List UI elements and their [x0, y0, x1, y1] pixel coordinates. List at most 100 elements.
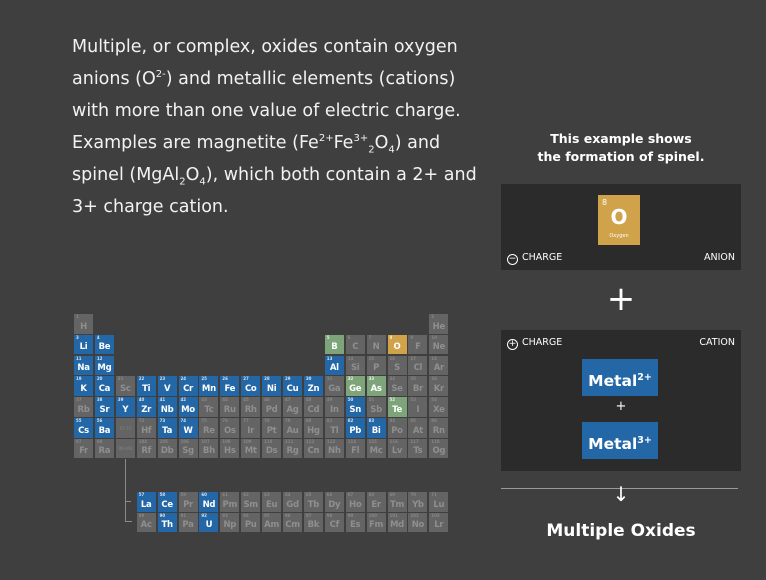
atomic-number: 92: [201, 512, 207, 518]
element-cell-tm: 69 Tm: [387, 492, 407, 512]
element-symbol: Na: [77, 363, 90, 374]
element-symbol: Ba: [98, 425, 111, 436]
element-symbol: I: [416, 404, 420, 415]
element-symbol: Ni: [266, 383, 277, 394]
element-cell-se: 34 Se: [387, 376, 407, 396]
element-cell-mn: 25 Mn: [199, 376, 219, 396]
element-symbol: Be: [98, 342, 111, 353]
element-cell-rh: 45 Rh: [241, 397, 261, 417]
element-symbol: Mg: [97, 363, 112, 374]
element-cell-sm: 62 Sm: [241, 492, 261, 512]
atomic-number: 62: [243, 492, 249, 497]
element-symbol: Sr: [99, 404, 110, 415]
anion-label: ANION: [704, 252, 735, 263]
element-cell-c: 6C: [345, 334, 365, 355]
atomic-number: 61: [222, 492, 228, 497]
element-symbol: W: [183, 425, 193, 436]
element-symbol: Pb: [349, 425, 362, 436]
atomic-number: 43: [201, 397, 207, 403]
element-symbol: V: [163, 383, 171, 394]
atomic-number: 56: [96, 418, 103, 423]
atomic-number: 67: [347, 492, 354, 497]
element-cell-hf: 72 Hf: [136, 418, 156, 438]
element-symbol: Og: [432, 446, 446, 457]
atomic-number: 21: [117, 376, 124, 382]
atomic-number: 27: [243, 376, 249, 382]
atomic-number: 9: [410, 334, 414, 340]
atomic-number: 44: [222, 397, 228, 403]
element-cell-eu: 63 Eu: [262, 492, 282, 512]
element-symbol: Al: [329, 363, 339, 374]
element-symbol: Ti: [142, 383, 151, 394]
element-symbol: U: [205, 520, 213, 530]
element-cell-ne: 10 Ne: [429, 334, 449, 355]
atomic-number: 1: [76, 314, 79, 319]
atomic-number: 99: [347, 512, 354, 518]
element-symbol: Bh: [202, 446, 215, 457]
atomic-number: 23: [159, 376, 166, 382]
atomic-number: 53: [410, 397, 416, 403]
element-symbol: Pt: [266, 425, 277, 436]
element-symbol: Th: [161, 520, 173, 530]
atomic-number: 75: [201, 418, 207, 423]
element-cell-am: 95 Am: [262, 512, 282, 532]
element-cell-tb: 65 Tb: [303, 492, 323, 512]
atomic-number: 46: [264, 397, 270, 403]
element-cell-ca: 20 Ca: [94, 376, 114, 396]
atomic-number: 64: [285, 492, 291, 497]
element-symbol: Pr: [183, 499, 193, 510]
negative-charge-label: − CHARGE: [507, 252, 563, 265]
element-symbol: Se: [391, 383, 403, 394]
atomic-number: 83: [368, 418, 375, 423]
element-cell-be: 4 Be: [94, 334, 114, 355]
element-symbol: Rn: [432, 425, 445, 436]
element-cell-te: 52 Te: [387, 397, 407, 417]
atomic-number: 18: [431, 355, 437, 361]
atomic-number: 38: [96, 397, 103, 403]
atomic-number: 14: [347, 355, 354, 361]
element-symbol: Hg: [307, 425, 320, 436]
atomic-number: 110: [264, 438, 273, 444]
element-cell-dy: 66 Dy: [324, 492, 344, 512]
element-symbol: No: [411, 520, 425, 530]
element-symbol: Ar: [433, 363, 444, 374]
element-symbol: Br: [412, 383, 423, 394]
atomic-number: 88: [96, 438, 103, 444]
result-label: Multiple Oxides: [546, 521, 696, 541]
atomic-number: 6: [347, 334, 351, 340]
oxygen-name: Oxygen: [609, 233, 629, 239]
element-cell-pr: 59 Pr: [178, 492, 198, 512]
element-cell-cl: 17 Cl: [408, 355, 428, 376]
element-symbol: Sn: [349, 404, 361, 415]
element-symbol: Ne: [432, 342, 446, 353]
element-symbol: Ds: [265, 446, 278, 457]
element-symbol: Yb: [412, 499, 424, 510]
atomic-number: 39: [117, 397, 124, 403]
atomic-number: 65: [305, 492, 312, 497]
element-symbol: Bk: [307, 520, 320, 530]
element-symbol: Kr: [433, 383, 444, 394]
element-cell-hg: 80 Hg: [303, 418, 323, 438]
element-cell-lu: 71 Lu: [429, 492, 449, 512]
element-cell-at: 85 At: [408, 418, 428, 438]
element-cell-fe: 26 Fe: [220, 376, 240, 396]
oxygen-tile: 8 O Oxygen: [598, 195, 640, 245]
atomic-number: 2: [431, 314, 435, 319]
element-symbol: Zn: [307, 383, 320, 394]
element-cell-sb: 51 Sb: [366, 397, 386, 417]
element-cell-ho: 67 Ho: [345, 492, 365, 512]
element-symbol: Ga: [328, 383, 341, 394]
atomic-number: 60: [201, 492, 207, 497]
element-cell-xe: 54 Xe: [429, 397, 449, 417]
atomic-number: 16: [389, 355, 396, 361]
atomic-number: 31: [326, 376, 333, 382]
element-symbol: Md: [390, 520, 404, 530]
element-symbol: Pa: [182, 520, 194, 530]
element-symbol: N: [372, 342, 380, 353]
element-cell-ti: 22 Ti: [136, 376, 156, 396]
element-symbol: Am: [264, 520, 280, 530]
element-cell-mc: 115 Mc: [366, 438, 386, 459]
element-symbol: Cu: [286, 383, 299, 394]
atomic-number: 40: [138, 397, 145, 403]
atomic-number: 101: [389, 512, 398, 518]
